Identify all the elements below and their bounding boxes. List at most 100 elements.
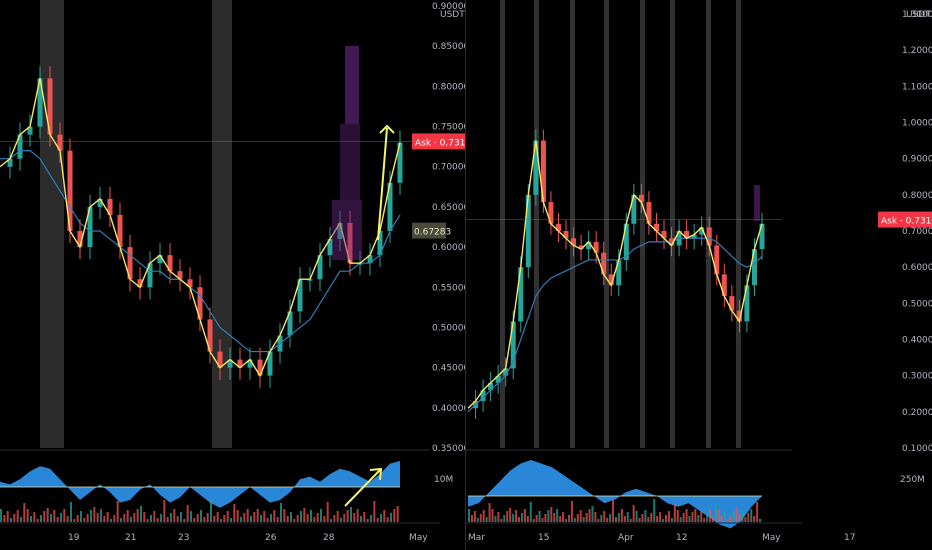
volume-bar <box>529 502 532 522</box>
volume-bar <box>567 515 570 522</box>
volume-bar <box>597 519 600 522</box>
volume-bar <box>356 509 359 522</box>
volume-bar <box>363 512 366 522</box>
volume-bar <box>103 516 106 522</box>
volume-bar <box>333 515 336 522</box>
right-chart-pane[interactable]: 1.300001.200001.100001.000000.900000.800… <box>466 0 932 550</box>
volume-bar <box>200 510 202 522</box>
volume-bar <box>647 517 650 522</box>
volume-bar <box>500 519 503 522</box>
volume-bar <box>650 513 653 522</box>
y-tick-label: 1.00000 <box>902 119 932 129</box>
volume-bar <box>390 513 392 522</box>
volume-bar <box>306 514 309 522</box>
volume-bar <box>682 513 685 522</box>
volume-bar <box>40 515 42 522</box>
volume-bar <box>173 509 176 522</box>
volume-bar <box>662 519 665 522</box>
volume-bar <box>20 517 22 522</box>
volume-bar <box>116 501 119 522</box>
volume-bar <box>520 513 523 522</box>
volume-bar <box>644 510 647 522</box>
volume-bar <box>353 513 356 522</box>
volume-bar <box>720 516 723 522</box>
volume-bar <box>203 517 206 522</box>
volume-bar <box>0 509 2 522</box>
volume-bar <box>253 512 256 522</box>
volume-bar <box>373 501 376 522</box>
oscillator-area <box>0 461 400 508</box>
session-bar-1 <box>534 0 539 448</box>
y-tick-label: 0.75000 <box>432 123 466 133</box>
target-box-upper <box>345 46 359 124</box>
volume-bar <box>316 513 319 522</box>
volume-bar <box>360 516 362 522</box>
volume-bar <box>717 509 720 522</box>
volume-bar <box>494 516 497 522</box>
volume-bar <box>310 510 312 522</box>
left-price-chart[interactable]: 0.900000.850000.800000.750000.700000.650… <box>0 0 466 550</box>
volume-bar <box>73 519 76 522</box>
volume-bar <box>509 508 512 522</box>
volume-bar <box>609 514 612 522</box>
volume-bar <box>706 514 709 522</box>
volume-bar <box>180 512 182 522</box>
y-tick-label: 0.20000 <box>902 408 932 418</box>
volume-bar <box>673 504 676 522</box>
volume-bar <box>216 512 219 522</box>
volume-bar <box>726 519 729 522</box>
volume-bar <box>136 509 139 522</box>
volume-bar <box>582 517 585 522</box>
volume-bar <box>468 509 470 522</box>
volume-bar <box>556 509 559 522</box>
volume-bar <box>230 518 232 522</box>
y-tick-label: 0.70000 <box>432 163 466 173</box>
volume-bar <box>638 518 641 522</box>
target-box-lower <box>332 200 362 260</box>
volume-bar <box>688 516 691 522</box>
y-tick-label: 0.40000 <box>432 404 466 414</box>
volume-bar <box>160 514 162 522</box>
y-tick-label: 0.60000 <box>432 243 466 253</box>
volume-bar <box>517 517 520 522</box>
x-tick-label: 28 <box>323 533 335 543</box>
volume-bar <box>366 519 369 522</box>
ask-price-text: Ask · 0.73150 <box>415 138 466 148</box>
volume-bar <box>691 512 694 522</box>
volume-bar <box>46 508 49 522</box>
volume-bar <box>63 509 66 522</box>
volume-bar <box>303 508 306 522</box>
volume-bar <box>3 515 6 522</box>
volume-bar <box>86 514 89 522</box>
volume-bar <box>13 514 16 522</box>
ask-price-text: Ask · 0.73150 <box>881 217 932 227</box>
volume-bar <box>243 513 246 522</box>
volume-bar <box>120 518 122 522</box>
volume-bar <box>113 515 116 522</box>
volume-bar <box>535 515 538 522</box>
volume-bar <box>206 513 209 522</box>
volume-bar <box>585 513 588 522</box>
volume-bar <box>296 515 299 522</box>
volume-bar <box>240 517 242 522</box>
volume-bar <box>110 519 112 522</box>
volume-bar <box>588 509 591 522</box>
volume-bar <box>336 511 339 522</box>
volume-bar <box>176 516 179 522</box>
left-chart-pane[interactable]: 0.90000 0.85000 0.80000 0.75000 0.70000 0.650… <box>0 0 466 550</box>
right-price-chart[interactable]: 1.300001.200001.100001.000000.900000.800… <box>466 0 932 550</box>
volume-bar <box>485 517 488 522</box>
volume-bar <box>603 511 606 522</box>
volume-bar <box>36 519 39 522</box>
volume-bar <box>532 519 535 522</box>
volume-bar <box>60 513 62 522</box>
volume-bar <box>712 517 715 522</box>
volume-bar <box>70 502 72 522</box>
volume-bar <box>150 515 152 522</box>
x-tick-label: 12 <box>676 533 687 543</box>
volume-bar <box>166 517 169 522</box>
x-tick-label: May <box>762 533 781 543</box>
volume-bar <box>594 512 597 522</box>
y-tick-label: 0.85000 <box>432 42 466 52</box>
y-tick-label: 0.80000 <box>432 82 466 92</box>
